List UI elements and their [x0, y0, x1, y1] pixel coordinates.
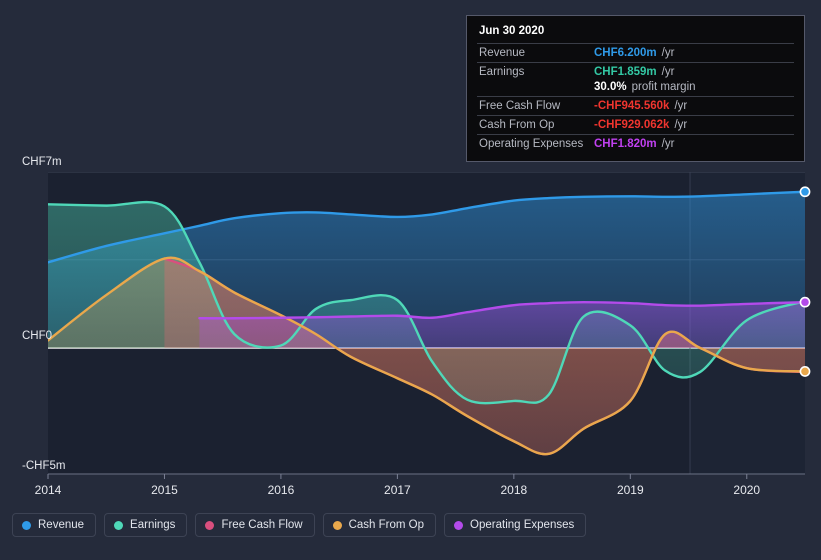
tooltip-row: Revenue CHF6.200m/yr: [477, 43, 794, 62]
tooltip-row-unit: profit margin: [631, 81, 696, 93]
x-axis-tick: 2015: [151, 483, 178, 497]
y-axis-tick: CHF7m: [22, 155, 62, 168]
y-axis-tick: -CHF5m: [22, 460, 66, 472]
legend-label: Revenue: [38, 519, 85, 531]
legend-item-cash-from-op[interactable]: Cash From Op: [322, 513, 437, 537]
x-axis-tick: 2020: [733, 483, 761, 497]
tooltip-row-unit: /yr: [661, 47, 675, 59]
tooltip-rows: Revenue CHF6.200m/yr Earnings CHF1.859m/yr 3…: [477, 43, 794, 153]
y-axis-tick: CHF0: [22, 330, 53, 342]
tooltip-row-label: Operating Expenses: [479, 138, 584, 150]
legend-color-dot-icon: [205, 520, 215, 530]
tooltip-row-label: Cash From Op: [479, 119, 555, 131]
x-axis-tick: 2018: [500, 483, 528, 497]
chart-legend: Revenue Earnings Free Cash Flow Cash From O…: [12, 513, 587, 537]
tooltip-row: 30.0% profit margin: [477, 81, 794, 96]
endpoint-marker: [799, 186, 811, 198]
legend-label: Free Cash Flow: [221, 519, 303, 531]
tooltip-date: Jun 30 2020: [479, 25, 545, 37]
tooltip-row: Earnings CHF1.859m/yr: [477, 62, 794, 81]
tooltip-row-label: Earnings: [479, 66, 525, 78]
legend-label: Operating Expenses: [470, 519, 575, 531]
tooltip-row-value: CHF6.200m: [594, 47, 657, 59]
tooltip-row-unit: /yr: [674, 119, 688, 131]
x-axis-tick: 2014: [34, 483, 62, 497]
tooltip-row-value: -CHF945.560k: [594, 100, 670, 112]
chart-page: CHF7m CHF0 -CHF5m 2014 2015 2016 2017 2018 2019…: [0, 0, 821, 560]
x-axis-tick: 2017: [384, 483, 411, 497]
legend-color-dot-icon: [22, 520, 31, 530]
tooltip-row-label: Revenue: [479, 47, 526, 59]
tooltip-row-value: CHF1.859m: [594, 66, 657, 78]
legend-color-dot-icon: [454, 520, 464, 530]
tooltip: Jun 30 2020 Revenue CHF6.200m/yr Earnings C…: [466, 15, 805, 162]
endpoint-marker: [799, 296, 811, 308]
legend-item-free-cash-flow[interactable]: Free Cash Flow: [195, 513, 315, 537]
tooltip-row-unit: /yr: [661, 66, 675, 78]
tooltip-row-unit: /yr: [661, 138, 675, 150]
legend-color-dot-icon: [332, 520, 342, 530]
tooltip-row-unit: /yr: [674, 100, 688, 112]
x-axis-tick: 2016: [267, 483, 295, 497]
legend-item-operating-expenses[interactable]: Operating Expenses: [444, 513, 587, 537]
tooltip-row-value: CHF1.820m: [594, 138, 657, 150]
legend-label: Cash From Op: [348, 519, 425, 531]
x-axis-tick: 2019: [616, 483, 644, 497]
legend-label: Earnings: [130, 519, 176, 531]
tooltip-row: Free Cash Flow -CHF945.560k/yr: [477, 96, 794, 115]
legend-color-dot-icon: [114, 520, 124, 530]
endpoint-marker: [799, 366, 811, 377]
tooltip-row-value: 30.0%: [594, 81, 627, 93]
tooltip-row: Operating Expenses CHF1.820m/yr: [477, 134, 794, 153]
legend-item-earnings[interactable]: Earnings: [104, 513, 188, 537]
legend-item-revenue[interactable]: Revenue: [12, 513, 97, 537]
tooltip-row-value: -CHF929.062k: [594, 119, 670, 131]
tooltip-row-label: Free Cash Flow: [479, 100, 561, 112]
tooltip-row: Cash From Op -CHF929.062k/yr: [477, 115, 794, 134]
